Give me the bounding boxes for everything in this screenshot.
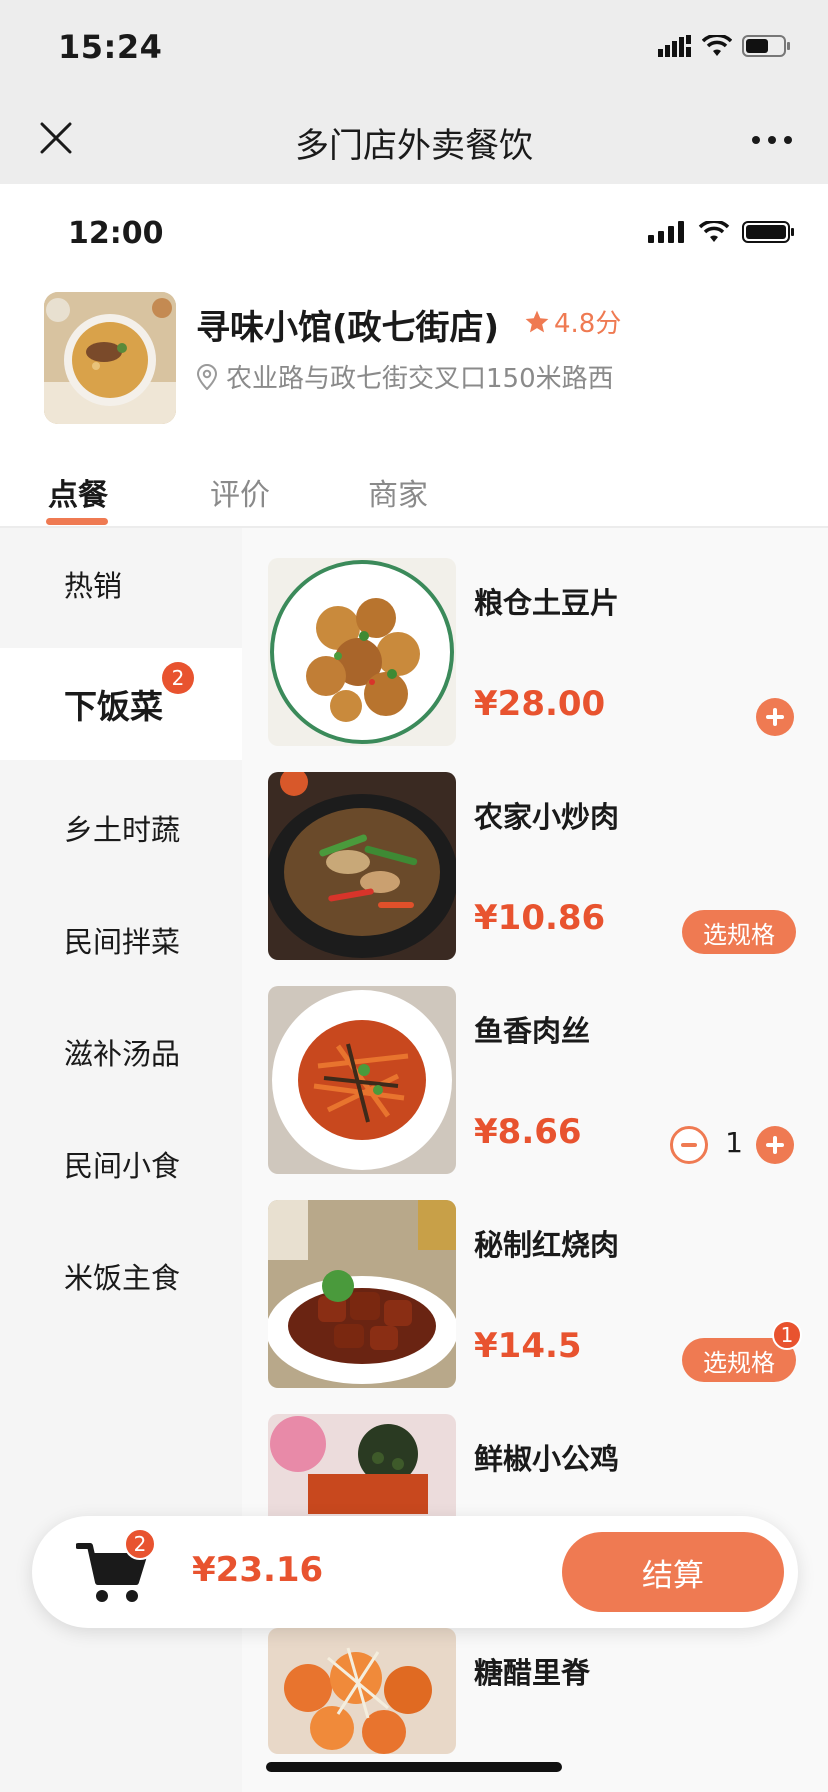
increase-quantity-button[interactable] [756,1126,794,1164]
category-label: 热销 [64,569,123,603]
add-to-cart-button[interactable] [756,698,794,736]
store-name: 寻味小馆(政七街店) [196,308,500,348]
dish-item[interactable]: 农家小炒肉 ¥10.86 选规格 [242,742,828,960]
dish-item[interactable]: 秘制红烧肉 ¥14.5 选规格 1 [242,1170,828,1388]
tab-active-indicator [46,518,108,525]
dish-name: 秘制红烧肉 [474,1228,620,1262]
outer-status-icons [658,34,792,58]
dish-image [268,558,456,746]
dish-price: ¥8.66 [474,1112,582,1152]
category-label: 乡土时蔬 [64,813,181,847]
category-item-rice-dishes[interactable]: 下饭菜 [0,648,242,760]
dish-item[interactable]: 粮仓土豆片 ¥28.00 [242,528,828,746]
dish-image [268,986,456,1174]
tab-reviews[interactable]: 评价 [210,470,270,514]
cart-total: ¥23.16 [192,1550,324,1590]
category-item-cold-dishes[interactable]: 民间拌菜 [0,884,242,996]
cart-bar: 2 ¥23.16 结算 [32,1516,798,1628]
battery-icon [742,35,790,57]
checkout-button[interactable]: 结算 [562,1532,784,1612]
nav-title: 多门店外卖餐饮 [295,126,533,166]
outer-status-bar: 15:24 [0,0,828,94]
category-label: 下饭菜 [64,687,163,726]
dish-image [268,772,456,960]
category-label: 米饭主食 [64,1261,181,1295]
dish-name: 粮仓土豆片 [474,586,620,620]
cart-count-badge: 2 [124,1528,156,1560]
category-label: 滋补汤品 [64,1037,181,1071]
category-item-vegetables[interactable]: 乡土时蔬 [0,772,242,884]
dish-image [268,1200,456,1388]
category-item-soups[interactable]: 滋补汤品 [0,996,242,1108]
category-count-badge: 2 [162,662,194,694]
home-indicator [266,1762,562,1772]
more-icon[interactable] [752,136,792,144]
store-rating: 4.8分 [524,303,621,340]
dish-name: 糖醋里脊 [474,1656,591,1690]
spec-count-badge: 1 [772,1320,802,1350]
tab-merchant[interactable]: 商家 [368,470,428,514]
category-item-hot[interactable]: 热销 [0,528,242,640]
nav-bar: 多门店外卖餐饮 [0,94,828,184]
battery-icon [742,221,794,243]
location-pin-icon [196,363,218,390]
decrease-quantity-button[interactable] [670,1126,708,1164]
wifi-icon [698,221,730,242]
dish-price: ¥10.86 [474,898,606,938]
signal-icon [658,35,691,57]
dish-name: 农家小炒肉 [474,800,620,834]
inner-time: 12:00 [68,216,164,251]
store-thumbnail [44,292,176,424]
tab-order[interactable]: 点餐 [48,470,108,514]
category-item-snacks[interactable]: 民间小食 [0,1108,242,1220]
wifi-icon [702,35,732,56]
dish-item[interactable]: 鱼香肉丝 ¥8.66 1 [242,956,828,1174]
address-text: 农业路与政七街交叉口150米路西 [226,364,614,394]
category-item-staples[interactable]: 米饭主食 [0,1220,242,1332]
select-spec-button[interactable]: 选规格 [682,910,796,954]
dish-price: ¥28.00 [474,684,606,724]
inner-status-icons [648,220,796,244]
star-icon [525,310,549,332]
tab-bar: 点餐 评价 商家 [0,460,828,528]
dish-image [268,1628,456,1754]
dish-price: ¥14.5 [474,1326,582,1366]
outer-time: 15:24 [58,28,163,66]
store-address: 农业路与政七街交叉口150米路西 [196,358,614,395]
dish-name: 鱼香肉丝 [474,1014,591,1048]
category-label: 民间拌菜 [64,925,181,959]
dish-name: 鲜椒小公鸡 [474,1442,620,1476]
rating-value: 4.8分 [554,309,622,339]
signal-icon [648,221,684,243]
category-label: 民间小食 [64,1149,181,1183]
inner-status-bar: 12:00 [0,184,828,272]
quantity-value: 1 [725,1126,743,1159]
